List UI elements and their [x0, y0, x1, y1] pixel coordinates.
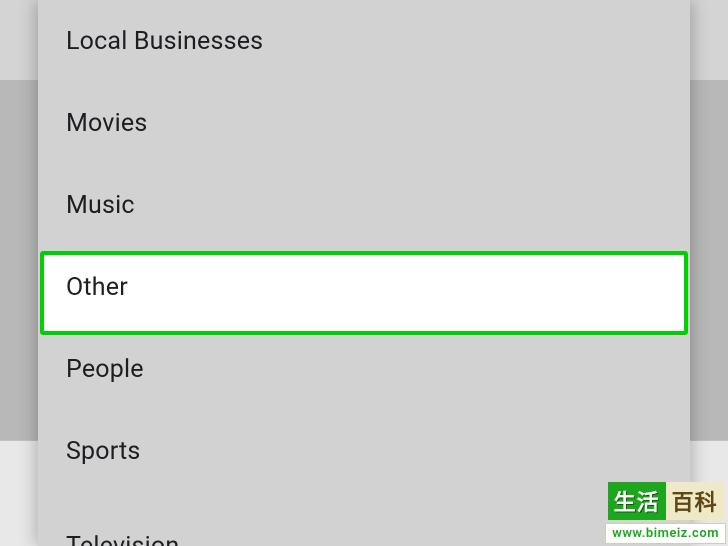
watermark-banner: 生活 百科: [605, 482, 726, 520]
category-label: Music: [66, 191, 135, 220]
category-label: Movies: [66, 109, 147, 138]
category-item-music[interactable]: Music: [38, 164, 690, 246]
category-dialog: Local Businesses Movies Music Other Peop…: [38, 0, 690, 546]
watermark: 生活 百科 www.bimeiz.com: [605, 482, 726, 544]
category-label: Local Businesses: [66, 27, 263, 56]
category-item-movies[interactable]: Movies: [38, 82, 690, 164]
watermark-text-b: 百科: [666, 482, 724, 520]
category-item-television[interactable]: Television: [38, 492, 690, 546]
category-item-other[interactable]: Other: [38, 246, 690, 328]
category-item-sports[interactable]: Sports: [38, 410, 690, 492]
category-label: People: [66, 355, 144, 384]
category-item-local-businesses[interactable]: Local Businesses: [38, 0, 690, 82]
watermark-url: www.bimeiz.com: [605, 523, 726, 544]
category-label: Sports: [66, 437, 141, 466]
category-item-people[interactable]: People: [38, 328, 690, 410]
category-label: Other: [66, 273, 128, 302]
watermark-text-a: 生活: [608, 482, 666, 520]
category-label: Television: [66, 532, 179, 546]
